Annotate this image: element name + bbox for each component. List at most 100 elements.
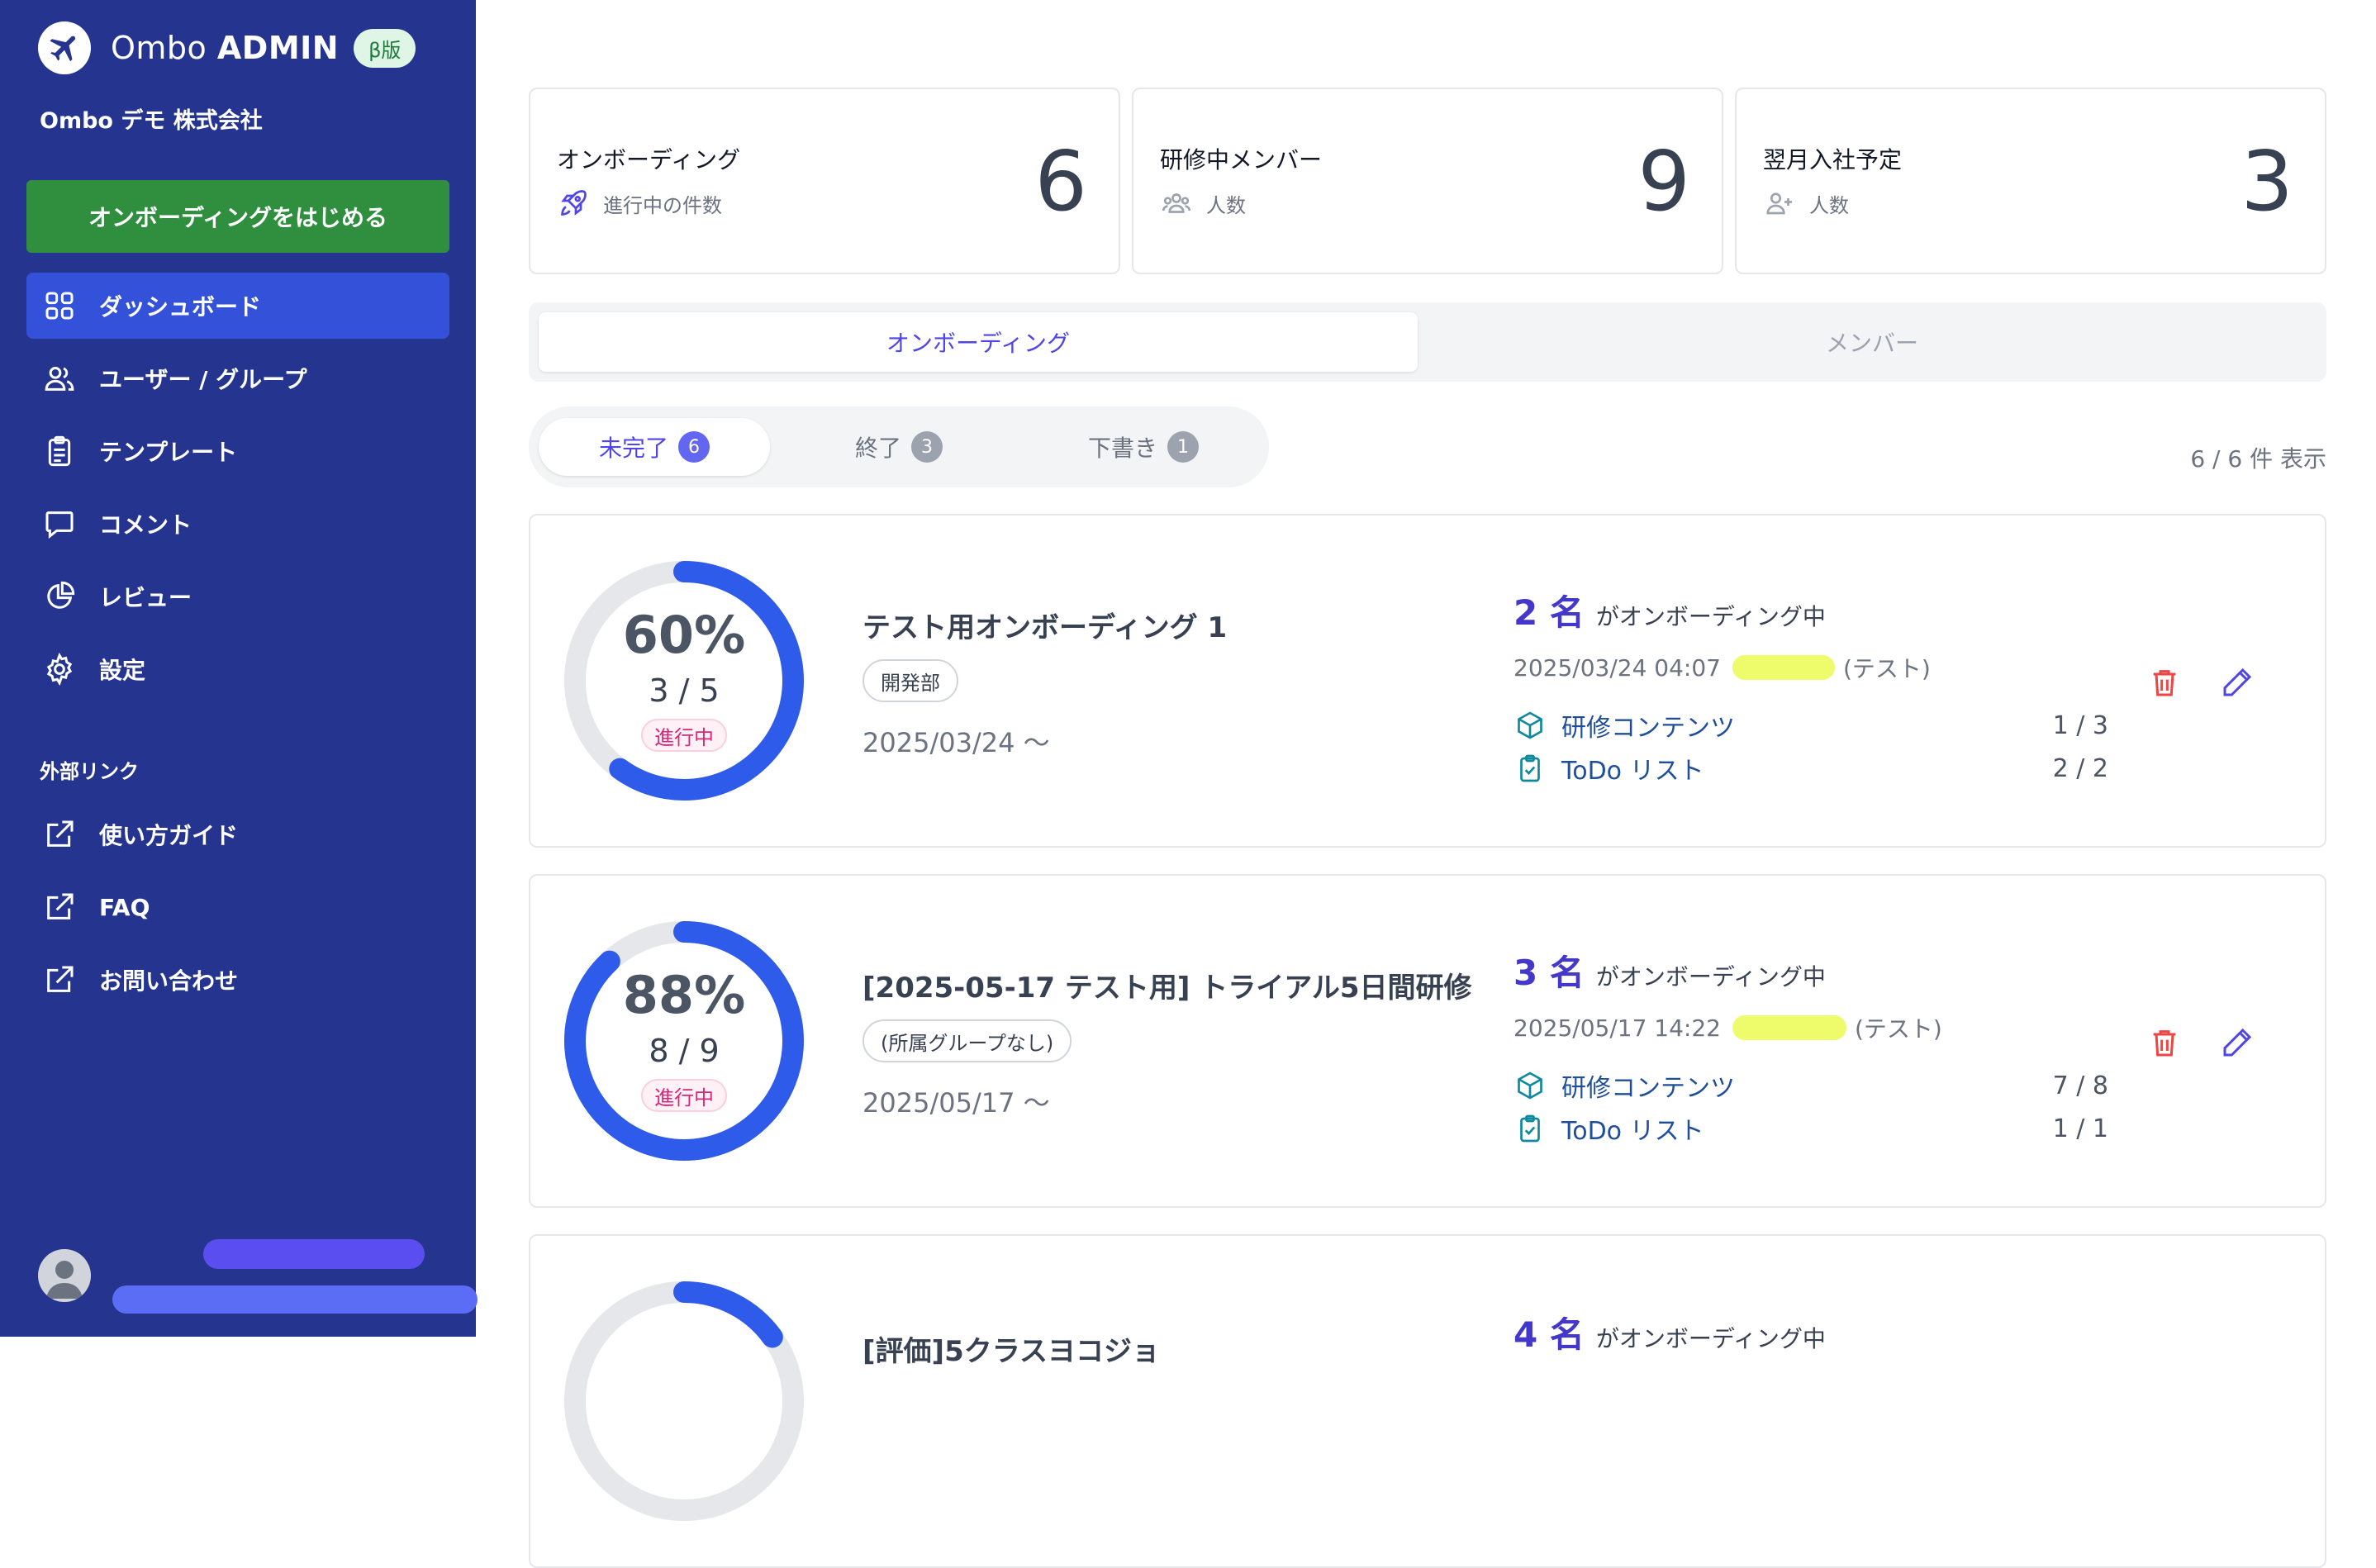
todo-progress-value: 2 / 2 [2052, 753, 2108, 783]
edit-button[interactable] [2216, 661, 2259, 704]
start-date: 2025/05/17 〜 [862, 1087, 1050, 1119]
cube-icon [1514, 1069, 1547, 1102]
content-progress-value: 1 / 3 [2052, 710, 2108, 740]
clipboard-icon [40, 431, 79, 471]
users-icon [40, 359, 79, 398]
nav-guide-link[interactable]: 使い方ガイド [26, 801, 449, 867]
user-avatar[interactable] [38, 1249, 91, 1302]
last-activity: 2025/03/24 04:07 (テスト) [1514, 653, 1931, 683]
stat-card-next-month: 翌月入社予定 人数 3 [1735, 88, 2326, 274]
nav-label: コメント [99, 511, 192, 539]
airplane-logo-icon [38, 21, 91, 74]
edit-button[interactable] [2216, 1021, 2259, 1064]
start-onboarding-button[interactable]: オンボーディングをはじめる [26, 180, 449, 253]
group-tag: (所属グループなし) [862, 1019, 1072, 1062]
content-progress-value: 7 / 8 [2052, 1071, 2108, 1100]
status-filter: 未完了 6 終了 3 下書き 1 [529, 406, 1269, 487]
rocket-icon [557, 187, 590, 220]
external-link-icon [40, 887, 79, 927]
dashboard-grid-icon [40, 286, 79, 325]
nav-label: 設定 [99, 657, 146, 684]
content-progress-row[interactable]: 研修コンテンツ 1 / 3 [1514, 707, 2108, 744]
stat-value: 9 [1637, 133, 1690, 230]
stat-title: オンボーディング [557, 146, 741, 173]
external-link-icon [40, 815, 79, 854]
status-badge: 進行中 [641, 1079, 727, 1112]
nav-templates[interactable]: テンプレート [26, 418, 449, 484]
gear-icon [40, 649, 79, 689]
trash-icon [2153, 670, 2176, 696]
view-tabs: オンボーディング メンバー [529, 302, 2326, 382]
brand[interactable]: Ombo ADMIN β版 [38, 21, 416, 74]
todo-progress-value: 1 / 1 [2052, 1114, 2108, 1143]
nav-label: レビュー [99, 584, 192, 611]
todo-progress-row[interactable]: ToDo リスト 1 / 1 [1514, 1110, 2108, 1147]
stat-subtitle: 人数 [1160, 187, 1246, 220]
redacted-name-highlight [1732, 655, 1835, 680]
stat-subtitle: 人数 [1763, 187, 1849, 220]
stat-card-trainees: 研修中メンバー 人数 9 [1132, 88, 1723, 274]
stat-title: 翌月入社予定 [1763, 146, 1903, 173]
clipboard-check-icon [1514, 752, 1547, 785]
group-icon [1160, 187, 1193, 220]
onboarding-card[interactable]: 60% 3 / 5 進行中 テスト用オンボーディング 1 開発部 2025/03… [529, 514, 2326, 848]
onboarding-title[interactable]: [評価]5クラスヨコジョ [862, 1328, 1160, 1369]
stat-value: 3 [2241, 133, 2293, 230]
user-plus-icon [1763, 187, 1796, 220]
external-links-heading: 外部リンク [40, 760, 139, 783]
nav-faq-link[interactable]: FAQ [26, 874, 449, 940]
cube-icon [1514, 709, 1547, 742]
tab-members[interactable]: メンバー [1428, 312, 2317, 372]
onboarding-card[interactable]: 88% 8 / 9 進行中 [2025-05-17 テスト用] トライアル5日間… [529, 874, 2326, 1208]
sidebar: Ombo ADMIN β版 Ombo デモ 株式会社 オンボーディングをはじめる… [0, 0, 478, 1337]
display-count: 6 / 6 件 表示 [2190, 445, 2326, 473]
stat-subtitle: 進行中の件数 [557, 187, 722, 220]
filter-draft[interactable]: 下書き 1 [1028, 418, 1259, 476]
nav-label: ダッシュボード [99, 293, 262, 321]
member-count-line: 3 名がオンボーディング中 [1514, 945, 1826, 995]
status-badge: 進行中 [641, 719, 727, 752]
start-date: 2025/03/24 〜 [862, 727, 1050, 758]
beta-badge: β版 [354, 28, 416, 68]
nav-dashboard[interactable]: ダッシュボード [26, 273, 449, 339]
pencil-icon [2223, 668, 2252, 696]
nav-label: ユーザー / グループ [99, 366, 307, 393]
progress-ring [564, 1281, 804, 1521]
stat-value: 6 [1034, 133, 1087, 230]
brand-name: Ombo ADMIN [111, 30, 340, 66]
tab-onboarding[interactable]: オンボーディング [539, 312, 1418, 372]
progress-fraction: 8 / 9 [649, 1033, 720, 1069]
onboarding-card[interactable]: [評価]5クラスヨコジョ 4 名がオンボーディング中 [529, 1234, 2326, 1568]
nav-contact-link[interactable]: お問い合わせ [26, 947, 449, 1013]
redacted-user-email [112, 1285, 478, 1314]
onboarding-title[interactable]: テスト用オンボーディング 1 [862, 605, 1227, 645]
member-count-line: 4 名がオンボーディング中 [1514, 1307, 1826, 1357]
filter-incomplete[interactable]: 未完了 6 [539, 418, 770, 476]
delete-button[interactable] [2143, 661, 2186, 704]
comment-icon [40, 504, 79, 544]
count-badge: 3 [911, 431, 943, 463]
stat-card-onboarding: オンボーディング 進行中の件数 6 [529, 88, 1120, 274]
nav-comments[interactable]: コメント [26, 491, 449, 557]
nav-settings[interactable]: 設定 [26, 636, 449, 702]
todo-progress-row[interactable]: ToDo リスト 2 / 2 [1514, 750, 2108, 786]
nav-reviews[interactable]: レビュー [26, 563, 449, 630]
external-link-icon [40, 960, 79, 1000]
group-tag: 開発部 [862, 659, 958, 702]
nav-label: テンプレート [99, 439, 238, 466]
filter-finished[interactable]: 終了 3 [783, 418, 1015, 476]
member-count-line: 2 名がオンボーディング中 [1514, 585, 1826, 635]
company-name: Ombo デモ 株式会社 [40, 108, 263, 134]
nav-label: お問い合わせ [99, 967, 239, 995]
nav-users-groups[interactable]: ユーザー / グループ [26, 345, 449, 411]
onboarding-title[interactable]: [2025-05-17 テスト用] トライアル5日間研修 [862, 965, 1472, 1005]
count-badge: 1 [1167, 431, 1199, 463]
progress-fraction: 3 / 5 [649, 672, 720, 709]
last-activity: 2025/05/17 14:22 (テスト) [1514, 1014, 1942, 1043]
stat-title: 研修中メンバー [1160, 146, 1323, 173]
clipboard-check-icon [1514, 1112, 1547, 1145]
delete-button[interactable] [2143, 1021, 2186, 1064]
nav-label: 使い方ガイド [99, 822, 239, 849]
content-progress-row[interactable]: 研修コンテンツ 7 / 8 [1514, 1067, 2108, 1104]
trash-icon [2153, 1030, 2176, 1057]
